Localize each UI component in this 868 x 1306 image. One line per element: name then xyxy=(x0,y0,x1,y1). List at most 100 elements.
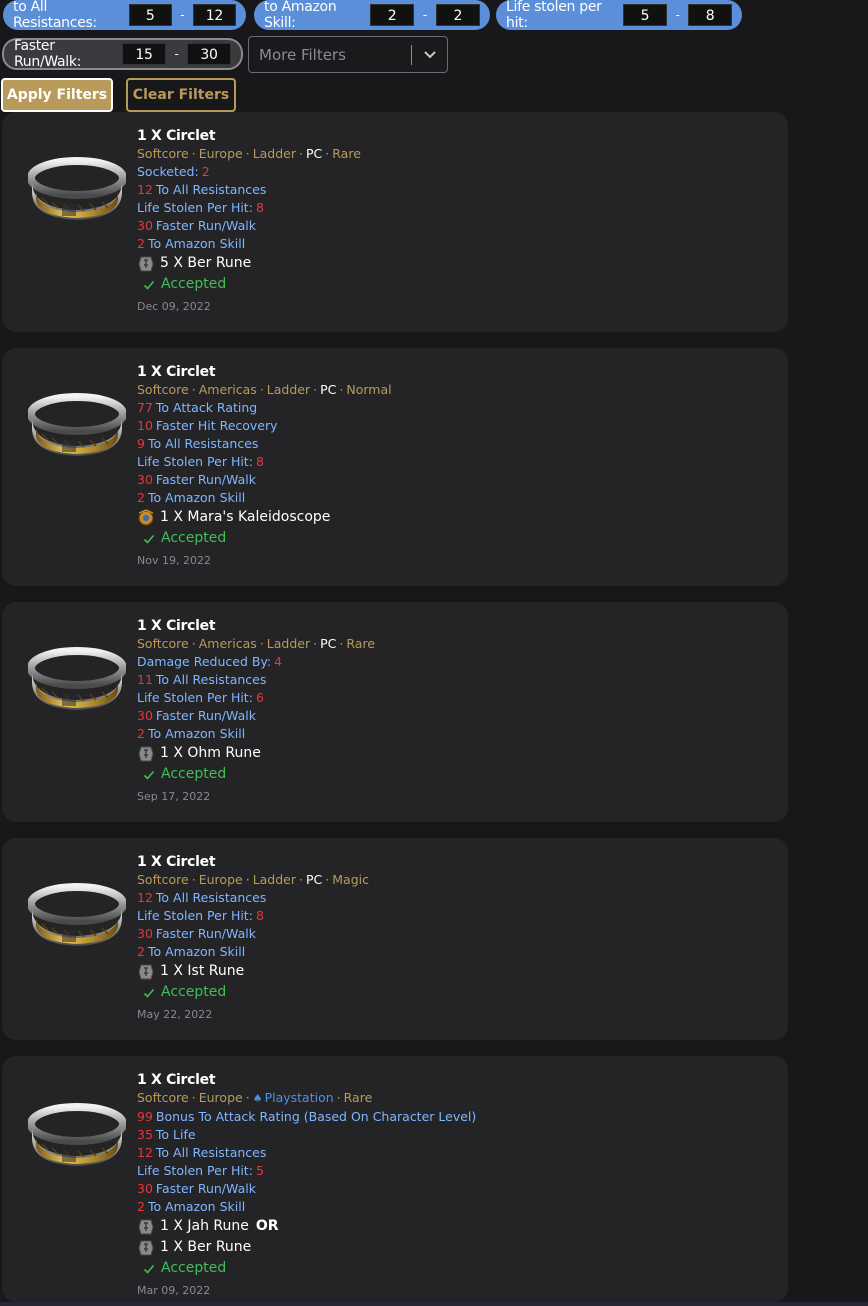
listing-card[interactable]: 1 X Circlet Softcore · Europe · ♠ Playstation ·… xyxy=(2,1056,788,1302)
stat-value: 35 xyxy=(137,1127,153,1142)
amazon-skill-max-input[interactable]: 2 xyxy=(435,4,480,26)
faster-run-walk-max-input[interactable]: 30 xyxy=(187,43,231,65)
offer-status: Accepted xyxy=(137,764,375,785)
item-meta: Softcore · Europe · Ladder · PC · Magic xyxy=(137,871,369,889)
ohm-rune-icon xyxy=(137,745,155,763)
chevron-down-icon[interactable] xyxy=(421,47,439,63)
listing-details: 1 X Circlet Softcore · Americas · Ladder · PC · R… xyxy=(137,617,375,808)
range-dash: - xyxy=(675,8,680,22)
meta-tag: Rare xyxy=(332,146,361,161)
meta-tag: Ladder xyxy=(266,636,311,651)
item-title[interactable]: 1 X Circlet xyxy=(137,617,375,635)
item-stat: Life Stolen Per Hit: 8 xyxy=(137,453,392,471)
meta-tag: Normal xyxy=(346,382,392,397)
life-stolen-max-input[interactable]: 8 xyxy=(688,4,733,26)
meta-separator: · xyxy=(245,1090,250,1105)
item-title[interactable]: 1 X Circlet xyxy=(137,127,361,145)
stat-label: To Attack Rating xyxy=(155,400,258,415)
circlet-image xyxy=(27,878,127,948)
item-stat: 2 To Amazon Skill xyxy=(137,725,375,743)
meta-separator: · xyxy=(313,636,318,651)
stat-value: 11 xyxy=(137,672,153,687)
stat-value: 12 xyxy=(137,1145,153,1160)
listing-card[interactable]: 1 X Circlet Softcore · Americas · Ladder · PC · R… xyxy=(2,602,788,822)
more-filters-select[interactable]: More Filters xyxy=(248,36,448,73)
ber-rune-icon xyxy=(137,255,155,273)
stat-value: 99 xyxy=(137,1109,153,1124)
item-stat: 2 To Amazon Skill xyxy=(137,235,361,253)
listing-card[interactable]: 1 X Circlet Softcore · Americas · Ladder · PC · N… xyxy=(2,348,788,586)
stat-value: 30 xyxy=(137,472,153,487)
meta-separator: · xyxy=(191,382,196,397)
offer-text: 1 X Mara's Kaleidoscope xyxy=(160,509,331,525)
meta-tag: Americas xyxy=(198,382,257,397)
item-stat: 12 To All Resistances xyxy=(137,181,361,199)
item-stat: 11 To All Resistances xyxy=(137,671,375,689)
stat-value: 2 xyxy=(137,236,145,251)
item-stat: 2 To Amazon Skill xyxy=(137,1198,476,1216)
item-stat: 30 Faster Run/Walk xyxy=(137,1180,476,1198)
stat-label: Life Stolen Per Hit: xyxy=(137,454,253,469)
platform-tag: PC xyxy=(320,636,337,651)
listing-card[interactable]: 1 X Circlet Softcore · Europe · Ladder · PC · Mag… xyxy=(2,838,788,1040)
circlet-image xyxy=(27,388,127,458)
platform-tag: PC xyxy=(320,382,337,397)
stat-value: 6 xyxy=(255,690,264,705)
stat-value: 2 xyxy=(137,490,145,505)
item-stat: Life Stolen Per Hit: 6 xyxy=(137,689,375,707)
item-title[interactable]: 1 X Circlet xyxy=(137,1071,476,1089)
stat-value: 30 xyxy=(137,708,153,723)
offer-text: 1 X Ohm Rune xyxy=(160,745,261,761)
offer-text: 1 X Ber Rune xyxy=(160,1239,252,1255)
jah-rune-icon xyxy=(137,1218,155,1236)
meta-tag: Softcore xyxy=(137,872,189,887)
amulet-icon xyxy=(137,508,155,527)
stat-label: To All Resistances xyxy=(155,1145,267,1160)
stat-value: 30 xyxy=(137,1181,153,1196)
all-resistances-min-input[interactable]: 5 xyxy=(128,4,172,26)
item-meta: Softcore · Europe · ♠ Playstation · Rare xyxy=(137,1089,476,1108)
meta-separator: · xyxy=(191,146,196,161)
stat-label: Faster Run/Walk xyxy=(155,472,256,487)
listing-details: 1 X Circlet Softcore · Americas · Ladder · PC · N… xyxy=(137,363,392,572)
clear-filters-button[interactable]: Clear Filters xyxy=(126,78,236,112)
stat-label: To All Resistances xyxy=(155,890,267,905)
check-icon xyxy=(143,280,155,290)
stat-label: Bonus To Attack Rating (Based On Charact… xyxy=(155,1109,477,1124)
apply-filters-button[interactable]: Apply Filters xyxy=(1,78,113,112)
ist-rune-icon xyxy=(137,963,155,981)
platform-tag: PC xyxy=(306,872,323,887)
stat-value: 2 xyxy=(137,944,145,959)
meta-tag: Softcore xyxy=(137,382,189,397)
item-title[interactable]: 1 X Circlet xyxy=(137,363,392,381)
life-stolen-min-input[interactable]: 5 xyxy=(622,4,667,26)
stat-label: Faster Hit Recovery xyxy=(155,418,278,433)
stat-label: Faster Run/Walk xyxy=(155,218,256,233)
listing-card[interactable]: 1 X Circlet Softcore · Europe · Ladder · PC · Rar… xyxy=(2,112,788,332)
stat-label: To All Resistances xyxy=(147,436,259,451)
listing-date: Dec 09, 2022 xyxy=(137,300,211,313)
amazon-skill-min-input[interactable]: 2 xyxy=(369,4,415,26)
meta-separator: · xyxy=(245,872,250,887)
meta-separator: · xyxy=(259,636,264,651)
faster-run-walk-min-input[interactable]: 15 xyxy=(122,43,166,65)
stat-label: Faster Run/Walk xyxy=(155,926,256,941)
item-stat: 30 Faster Run/Walk xyxy=(137,707,375,725)
meta-separator: · xyxy=(299,872,303,887)
offer-item: 5 X Ber Rune xyxy=(137,253,361,274)
offer-item: 1 X Jah Rune OR xyxy=(137,1216,476,1237)
filter-faster-run-walk-label: Faster Run/Walk: xyxy=(14,38,82,70)
filter-faster-run-walk: Faster Run/Walk: 15 - 30 xyxy=(2,38,243,70)
stat-label: Life Stolen Per Hit: xyxy=(137,908,253,923)
item-stat: Life Stolen Per Hit: 8 xyxy=(137,199,361,217)
meta-separator: · xyxy=(325,146,330,161)
stat-value: 30 xyxy=(137,926,153,941)
filter-life-stolen: Life stolen per hit: 5 - 8 xyxy=(496,0,742,31)
all-resistances-max-input[interactable]: 12 xyxy=(192,4,236,26)
item-title[interactable]: 1 X Circlet xyxy=(137,853,369,871)
meta-separator: · xyxy=(191,872,196,887)
item-stat: 10 Faster Hit Recovery xyxy=(137,417,392,435)
meta-separator: · xyxy=(259,382,264,397)
filter-life-stolen-label: Life stolen per hit: xyxy=(506,0,602,31)
range-dash: - xyxy=(180,8,185,22)
